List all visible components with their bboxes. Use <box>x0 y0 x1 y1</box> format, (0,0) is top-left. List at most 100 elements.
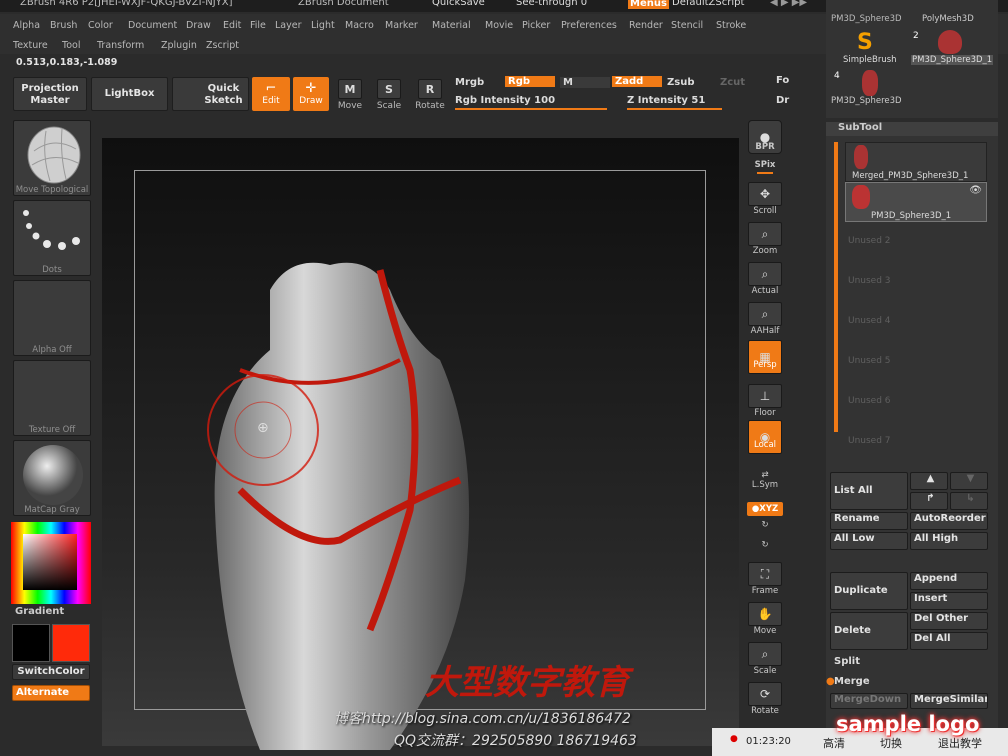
menu-preferences[interactable]: Preferences <box>561 20 617 31</box>
menu-zplugin[interactable]: Zplugin <box>161 40 197 51</box>
next-subtool-button[interactable]: ↱ <box>910 492 948 510</box>
menu-marker[interactable]: Marker <box>385 20 418 31</box>
m-toggle[interactable]: M <box>560 77 610 88</box>
rgb-intensity-slider[interactable]: Rgb Intensity 100 <box>455 95 555 106</box>
mergesimilar-button[interactable]: MergeSimilar <box>910 693 988 709</box>
brush-selector[interactable]: Move Topological <box>13 120 91 196</box>
rotate-view-button[interactable]: ⟳ Rotate <box>747 682 783 716</box>
quality-button[interactable]: 高清 <box>823 735 845 751</box>
mergedown-button[interactable]: MergeDown <box>830 693 908 709</box>
projection-master-button[interactable]: Projection Master <box>13 77 87 111</box>
lightbox-button[interactable]: LightBox <box>91 77 168 111</box>
menu-movie[interactable]: Movie <box>485 20 513 31</box>
merge-section[interactable]: Merge <box>834 676 870 687</box>
menu-document[interactable]: Document <box>128 20 177 31</box>
primary-color-swatch[interactable] <box>12 624 50 662</box>
tool-thumb-5-label[interactable]: PM3D_Sphere3D <box>831 96 902 106</box>
lsym-button[interactable]: ⇄ L.Sym <box>747 470 783 490</box>
floor-button[interactable]: ⊥ Floor <box>747 384 783 418</box>
quick-sketch-button[interactable]: Quick Sketch <box>172 77 249 111</box>
unused-subtool-slot[interactable]: Unused 7 <box>848 436 891 446</box>
menu-transform[interactable]: Transform <box>97 40 144 51</box>
visibility-eye-icon[interactable]: 👁 <box>969 185 982 196</box>
unused-subtool-slot[interactable]: Unused 3 <box>848 276 891 286</box>
subtool-item-active[interactable]: PM3D_Sphere3D_1 👁 <box>845 182 987 222</box>
split-section[interactable]: Split <box>834 656 860 667</box>
bpr-button[interactable]: ● BPR <box>747 120 783 154</box>
zoom-button[interactable]: ⌕ Zoom <box>747 222 783 256</box>
secondary-color-swatch[interactable] <box>52 624 90 662</box>
exit-teaching-button[interactable]: 退出教学 <box>938 735 982 751</box>
current-tool[interactable]: PM3D_Sphere3D_1 <box>911 55 994 65</box>
spix-track[interactable] <box>757 172 773 174</box>
focal-shift-label[interactable]: Fo <box>776 75 789 86</box>
scroll-button[interactable]: ✥ Scroll <box>747 182 783 216</box>
rgb-intensity-track[interactable] <box>455 108 607 110</box>
menu-stroke[interactable]: Stroke <box>716 20 746 31</box>
menu-render[interactable]: Render <box>629 20 663 31</box>
all-high-button[interactable]: All High <box>910 532 988 550</box>
draw-size-label[interactable]: Dr <box>776 95 789 106</box>
rgb-toggle[interactable]: Rgb <box>505 76 555 87</box>
frame-button[interactable]: ⛶ Frame <box>747 562 783 596</box>
mrgb-toggle[interactable]: Mrgb <box>455 77 484 88</box>
switch-button[interactable]: 切换 <box>880 735 902 751</box>
rotate-button[interactable]: R Rotate <box>413 79 447 111</box>
scale-view-button[interactable]: ⌕ Scale <box>747 642 783 676</box>
color-square[interactable] <box>23 534 77 590</box>
menu-material[interactable]: Material <box>432 20 471 31</box>
tool-thumb-2-label[interactable]: PolyMesh3D <box>922 14 974 24</box>
unused-subtool-slot[interactable]: Unused 5 <box>848 356 891 366</box>
unused-subtool-slot[interactable]: Unused 6 <box>848 396 891 406</box>
duplicate-button[interactable]: Duplicate <box>830 572 908 610</box>
color-picker[interactable] <box>11 522 91 604</box>
del-all-button[interactable]: Del All <box>910 632 988 650</box>
menu-edit[interactable]: Edit <box>223 20 241 31</box>
menu-macro[interactable]: Macro <box>345 20 374 31</box>
texture-selector[interactable]: Texture Off <box>13 360 91 436</box>
xyz-button[interactable]: ●XYZ <box>747 502 783 516</box>
subtool-header[interactable]: SubTool <box>826 122 998 136</box>
zsub-toggle[interactable]: Zsub <box>667 77 694 88</box>
insert-button[interactable]: Insert <box>910 592 988 610</box>
menu-texture[interactable]: Texture <box>13 40 48 51</box>
quicksave-button[interactable]: QuickSave <box>432 0 485 8</box>
zadd-toggle[interactable]: Zadd <box>612 76 662 87</box>
move-button[interactable]: M Move <box>333 79 367 111</box>
edit-button[interactable]: ⌐ Edit <box>252 77 290 111</box>
menus-toggle[interactable]: Menus <box>628 0 669 9</box>
prev-subtool-button[interactable]: ↳ <box>950 492 988 510</box>
rotate-axis-z-icon[interactable]: ↻ <box>747 540 783 550</box>
scale-button[interactable]: S Scale <box>372 79 406 111</box>
menu-draw[interactable]: Draw <box>186 20 211 31</box>
menu-picker[interactable]: Picker <box>522 20 550 31</box>
actual-button[interactable]: ⌕ Actual <box>747 262 783 296</box>
move-down-button[interactable]: ▼ <box>950 472 988 490</box>
menu-light[interactable]: Light <box>311 20 335 31</box>
move-up-button[interactable]: ▲ <box>910 472 948 490</box>
menu-layer[interactable]: Layer <box>275 20 302 31</box>
alpha-selector[interactable]: Alpha Off <box>13 280 91 356</box>
menu-brush[interactable]: Brush <box>50 20 77 31</box>
see-through-slider[interactable]: See-through 0 <box>516 0 587 8</box>
aahalf-button[interactable]: ⌕ AAHalf <box>747 302 783 336</box>
subtool-scrollbar[interactable] <box>834 142 838 432</box>
default-zscript-button[interactable]: DefaultZScript <box>672 0 744 8</box>
append-button[interactable]: Append <box>910 572 988 590</box>
switchcolor-button[interactable]: SwitchColor <box>12 664 90 680</box>
list-all-button[interactable]: List All <box>830 472 908 510</box>
nav-arrows-icon[interactable]: ◀ ▶ ▶▶ <box>770 0 807 8</box>
material-selector[interactable]: MatCap Gray <box>13 440 91 516</box>
all-low-button[interactable]: All Low <box>830 532 908 550</box>
move-view-button[interactable]: ✋ Move <box>747 602 783 636</box>
menu-file[interactable]: File <box>250 20 266 31</box>
zcut-toggle[interactable]: Zcut <box>720 77 745 88</box>
subtool-item-merged[interactable]: Merged_PM3D_Sphere3D_1 <box>845 142 987 182</box>
menu-zscript[interactable]: Zscript <box>206 40 239 51</box>
tool-thumb-1-label[interactable]: PM3D_Sphere3D <box>831 14 902 24</box>
alternate-button[interactable]: Alternate <box>12 685 90 701</box>
del-other-button[interactable]: Del Other <box>910 612 988 630</box>
local-button[interactable]: ◉ Local <box>747 420 783 454</box>
unused-subtool-slot[interactable]: Unused 2 <box>848 236 891 246</box>
menu-stencil[interactable]: Stencil <box>671 20 703 31</box>
